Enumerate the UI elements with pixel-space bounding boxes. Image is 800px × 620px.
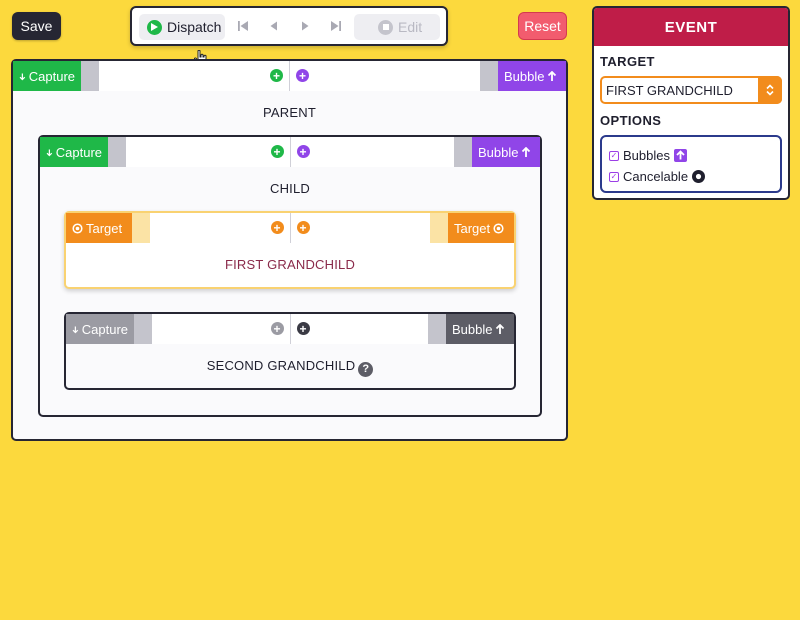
dispatch-button[interactable]: Dispatch [139, 14, 225, 40]
second-grandchild-label-row: SECOND GRANDCHILD? [66, 358, 514, 377]
second-grandchild-element[interactable]: Capture + + Bubble SECOND GRANDCHILD? [64, 312, 516, 390]
stop-icon [378, 19, 393, 35]
playback-toolbar: Dispatch Edit [130, 6, 448, 46]
arrow-down-icon [46, 148, 53, 156]
bubble-slot[interactable]: + [290, 61, 480, 91]
capture-tag[interactable]: Capture [13, 61, 81, 91]
arrow-down-icon [72, 325, 79, 333]
add-target-listener-icon[interactable]: + [270, 221, 284, 234]
capture-slot[interactable]: + [150, 213, 291, 243]
child-listener-bar: Capture + + Bubble [40, 137, 540, 167]
reset-button[interactable]: Reset [518, 12, 567, 40]
add-capture-listener-icon[interactable]: + [270, 145, 284, 158]
select-arrows-icon[interactable] [758, 76, 782, 104]
first-grandchild-element[interactable]: Target + + Target FIRST GRANDCHILD [64, 211, 516, 289]
arrow-up-icon [522, 146, 531, 157]
save-button[interactable]: Save [12, 12, 61, 40]
help-icon[interactable]: ? [358, 361, 374, 377]
add-bubble-listener-icon[interactable]: + [296, 69, 309, 82]
parent-label: PARENT [263, 105, 316, 120]
step-forward-icon[interactable] [298, 19, 312, 33]
add-capture-listener-icon[interactable]: + [270, 69, 283, 82]
arrow-up-icon [496, 323, 505, 334]
bubble-tag[interactable]: Bubble [472, 137, 540, 167]
first-grandchild-label: FIRST GRANDCHILD [224, 257, 356, 272]
capture-slot[interactable]: + [126, 137, 291, 167]
arrow-up-icon [673, 149, 687, 162]
second-grandchild-listener-bar: Capture + + Bubble [66, 314, 514, 344]
bubble-tag[interactable]: Bubble [446, 314, 514, 344]
arrow-down-icon [19, 72, 26, 80]
bubble-slot[interactable]: + [290, 213, 430, 243]
arrow-up-icon [548, 70, 557, 81]
child-label: CHILD [269, 181, 310, 196]
add-bubble-listener-icon[interactable]: + [296, 322, 310, 335]
play-icon [147, 19, 162, 35]
skip-forward-icon[interactable] [329, 19, 343, 33]
target-select[interactable]: FIRST GRANDCHILD [600, 76, 782, 104]
target-label: TARGET [600, 54, 655, 69]
capture-tag[interactable]: Capture [40, 137, 108, 167]
option-cancelable[interactable]: ✓ Cancelable [609, 166, 780, 187]
event-panel: EVENT TARGET FIRST GRANDCHILD OPTIONS ✓ … [592, 6, 790, 200]
step-back-icon[interactable] [267, 19, 281, 33]
second-grandchild-label: SECOND GRANDCHILD [206, 358, 356, 373]
first-grandchild-listener-bar: Target + + Target [66, 213, 514, 243]
capture-slot[interactable]: + [152, 314, 291, 344]
target-tag-left[interactable]: Target [66, 213, 132, 243]
checkbox-checked-icon[interactable]: ✓ [609, 150, 619, 161]
option-label: Bubbles [623, 148, 670, 163]
target-icon [493, 222, 504, 234]
edit-label: Edit [398, 19, 423, 35]
options-group: ✓ Bubbles ✓ Cancelable [600, 135, 782, 193]
add-capture-listener-icon[interactable]: + [270, 322, 284, 335]
options-label: OPTIONS [600, 113, 662, 128]
capture-tag[interactable]: Capture [66, 314, 134, 344]
capture-slot[interactable]: + [99, 61, 290, 91]
skip-back-icon[interactable] [236, 19, 250, 33]
edit-button[interactable]: Edit [354, 14, 440, 40]
child-element[interactable]: Capture + + Bubble CHILD Target + + Targ… [38, 135, 542, 417]
event-panel-title: EVENT [594, 8, 788, 46]
parent-listener-bar: Capture + + Bubble [13, 61, 566, 91]
add-target-listener-icon[interactable]: + [296, 221, 310, 234]
bubble-tag[interactable]: Bubble [498, 61, 566, 91]
checkbox-checked-icon[interactable]: ✓ [609, 171, 619, 182]
stop-circle-icon [692, 170, 706, 183]
option-bubbles[interactable]: ✓ Bubbles [609, 145, 780, 166]
option-label: Cancelable [623, 169, 689, 184]
bubble-slot[interactable]: + [290, 137, 454, 167]
add-bubble-listener-icon[interactable]: + [296, 145, 310, 158]
target-icon [72, 222, 83, 234]
parent-element[interactable]: Capture + + Bubble PARENT Capture + + Bu… [11, 59, 568, 441]
bubble-slot[interactable]: + [290, 314, 428, 344]
dispatch-label: Dispatch [167, 19, 222, 35]
target-tag-right[interactable]: Target [448, 213, 514, 243]
target-select-value: FIRST GRANDCHILD [606, 82, 733, 98]
